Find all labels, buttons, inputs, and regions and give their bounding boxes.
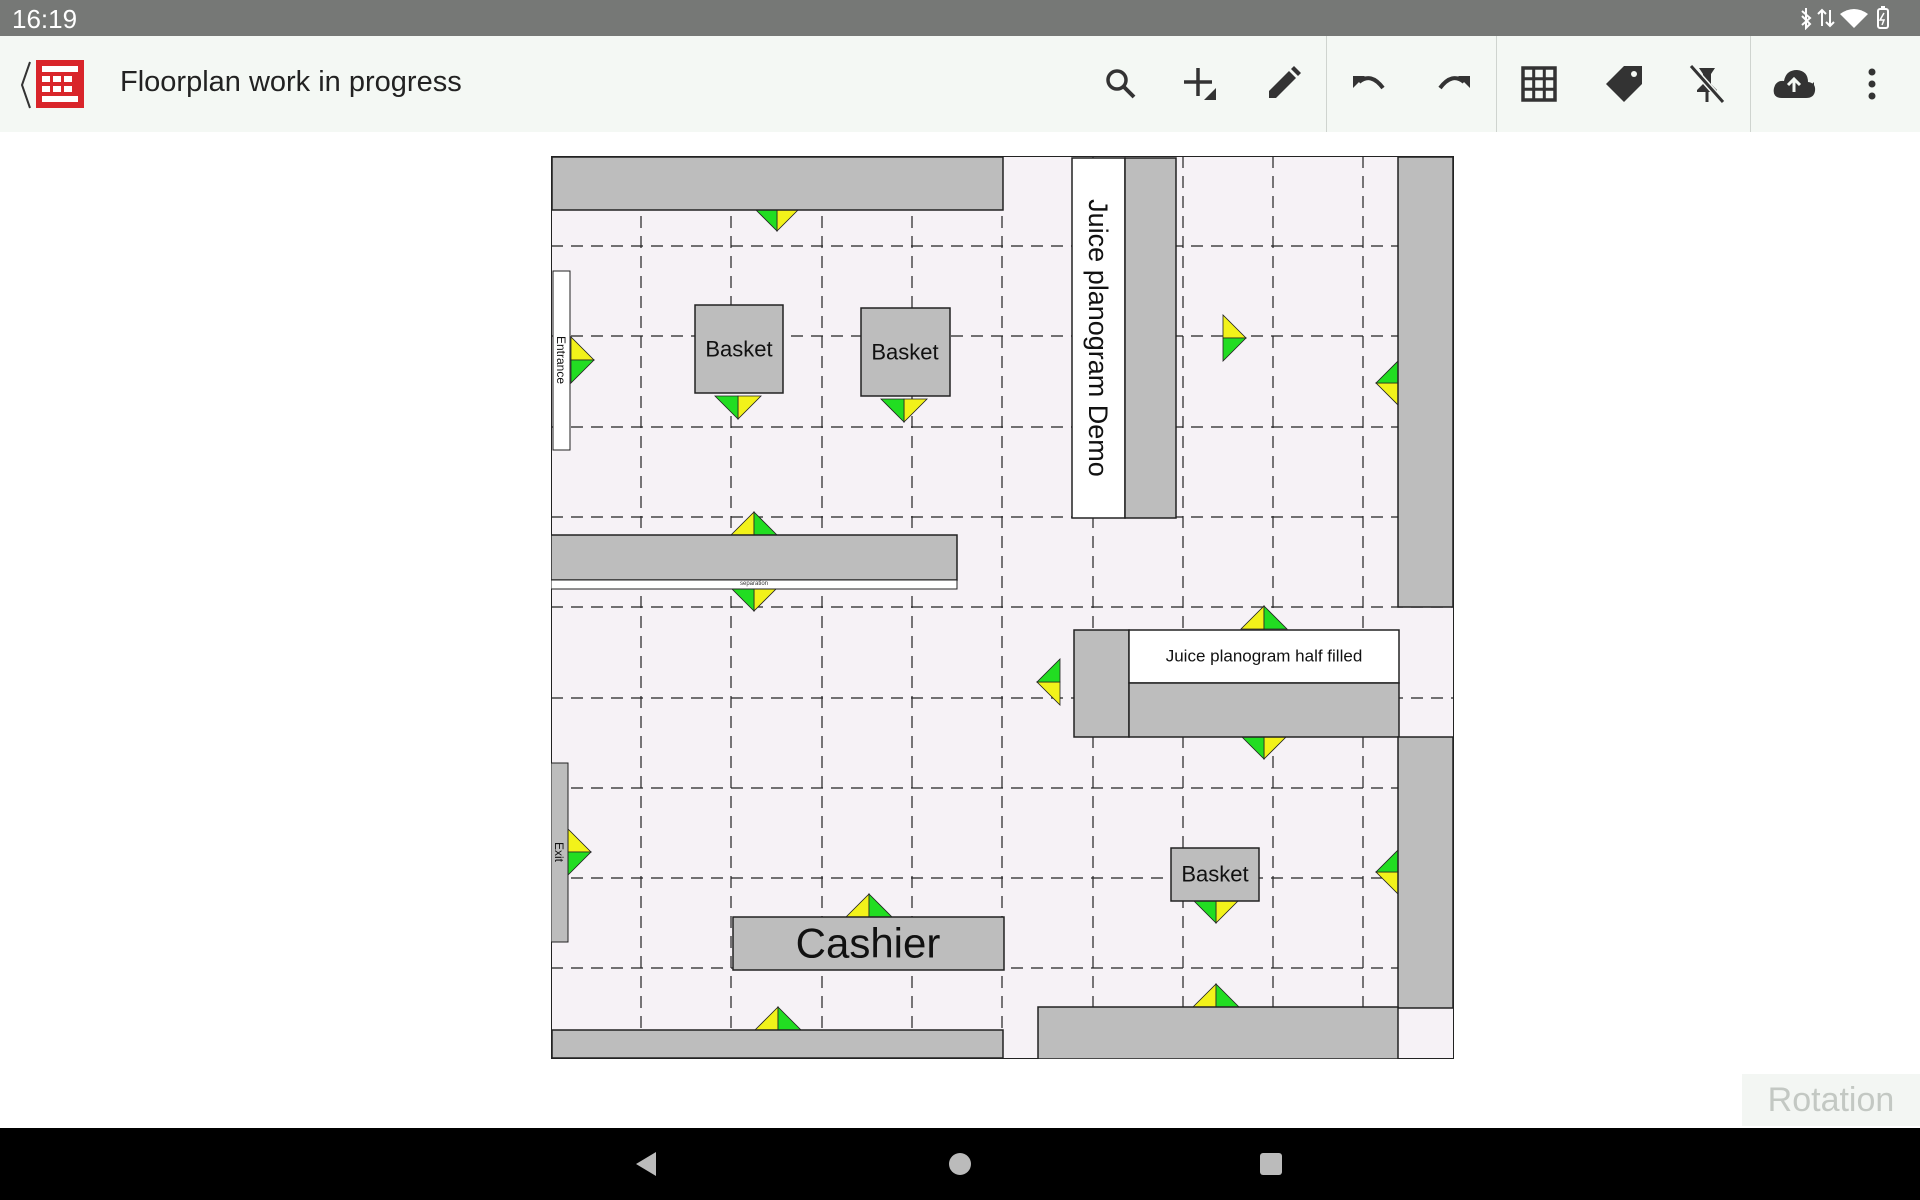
cashier-label: Cashier — [796, 920, 941, 967]
shelf-right-lower[interactable] — [1397, 736, 1454, 1009]
search-button[interactable] — [1097, 60, 1145, 108]
grid-icon — [1521, 66, 1557, 102]
system-status-icons — [1801, 6, 1889, 30]
redo-icon — [1438, 76, 1470, 90]
pin-toggle-button[interactable] — [1683, 60, 1731, 108]
status-bar: 16:19 — [0, 0, 1920, 36]
toolbar-divider — [1750, 36, 1751, 132]
basket-2-label: Basket — [871, 340, 938, 365]
rotation-button[interactable]: Rotation — [1742, 1074, 1920, 1126]
separation-label: separation — [740, 581, 768, 587]
juice-planogram-half-label: Juice planogram half filled — [1166, 647, 1363, 666]
shelf-bottom-right[interactable] — [1037, 1006, 1399, 1059]
exit-label: Exit — [552, 842, 566, 863]
add-element-button[interactable] — [1176, 60, 1224, 108]
navigation-bar — [0, 1128, 1920, 1200]
juice-half-end-cap[interactable] — [1073, 629, 1130, 738]
edit-button[interactable] — [1259, 60, 1307, 108]
grid-toggle-button[interactable] — [1515, 60, 1563, 108]
up-navigation-icon[interactable] — [18, 60, 34, 110]
juice-planogram-demo-shelf[interactable] — [1124, 157, 1177, 519]
undo-icon — [1353, 76, 1385, 90]
search-icon — [1106, 69, 1136, 99]
app-bar: Floorplan work in progress — [0, 36, 1920, 132]
shelf-top-left[interactable] — [551, 156, 1004, 211]
entrance-label: Entrance — [554, 336, 568, 384]
status-time: 16:19 — [12, 4, 78, 34]
tag-icon — [1606, 66, 1642, 102]
home-icon[interactable] — [940, 1144, 980, 1184]
toolbar-divider — [1496, 36, 1497, 132]
redo-button[interactable] — [1430, 60, 1478, 108]
shelf-bottom-left[interactable] — [551, 1029, 1004, 1059]
basket-1-label: Basket — [705, 337, 772, 362]
app-logo-icon[interactable] — [36, 60, 84, 108]
more-vert-icon — [1868, 68, 1876, 100]
more-options-button[interactable] — [1848, 60, 1896, 108]
floorplan-canvas[interactable]: Juice planogram Demo Entrance Basket Bas… — [551, 156, 1454, 1059]
juice-planogram-demo-label: Juice planogram Demo — [1083, 199, 1113, 477]
pin-off-icon — [1688, 64, 1726, 104]
juice-planogram-half-shelf[interactable] — [1128, 682, 1400, 738]
back-icon[interactable] — [626, 1144, 666, 1184]
cloud-upload-button[interactable] — [1770, 60, 1818, 108]
toolbar-divider — [1326, 36, 1327, 132]
separation-shelf[interactable] — [551, 534, 958, 581]
edit-icon — [1269, 66, 1301, 98]
shelf-right-upper[interactable] — [1397, 156, 1454, 608]
tag-button[interactable] — [1600, 60, 1648, 108]
add-element-icon — [1184, 68, 1216, 100]
cloud-upload-icon — [1773, 70, 1816, 98]
undo-button[interactable] — [1345, 60, 1393, 108]
page-title: Floorplan work in progress — [120, 66, 462, 98]
recents-icon[interactable] — [1251, 1144, 1291, 1184]
basket-3-label: Basket — [1181, 862, 1248, 887]
